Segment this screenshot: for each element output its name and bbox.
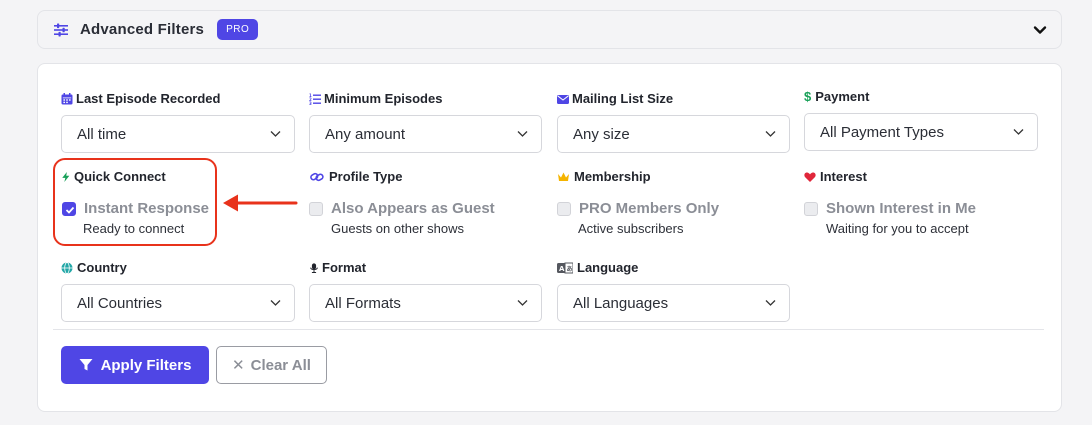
pro-members-subtext: Active subscribers [578, 221, 684, 236]
dollar-icon: $ [804, 88, 812, 104]
language-select[interactable]: All Languages [557, 284, 790, 322]
highlight-box [53, 158, 217, 246]
apply-filters-button[interactable]: Apply Filters [61, 346, 209, 384]
chevron-down-icon [517, 300, 528, 306]
calendar-icon [61, 92, 73, 104]
sliders-icon [54, 23, 68, 36]
filter-icon [79, 359, 93, 371]
chevron-down-icon [1013, 129, 1024, 135]
language-icon: A あ [557, 262, 573, 273]
interest-label: Interest [804, 169, 867, 184]
country-label: Country [61, 260, 127, 275]
heart-icon [804, 172, 816, 182]
arrow-left-icon [223, 194, 298, 212]
envelope-icon [557, 94, 569, 104]
page: Advanced Filters PRO Last Episode Record… [0, 0, 1092, 425]
svg-text:3: 3 [309, 101, 312, 105]
format-label: Format [309, 260, 366, 275]
divider [53, 329, 1044, 330]
svg-text:A: A [559, 265, 565, 273]
profile-type-label: Profile Type [309, 169, 402, 184]
link-icon [310, 172, 324, 181]
chevron-down-icon [765, 300, 776, 306]
country-select[interactable]: All Countries [61, 284, 295, 322]
svg-text:あ: あ [567, 265, 573, 273]
microphone-icon [310, 262, 318, 273]
close-icon: ✕ [232, 357, 245, 374]
min-episodes-label: 1 2 3 Minimum Episodes [309, 91, 443, 106]
also-appears-guest-option[interactable]: Also Appears as Guest [309, 200, 495, 217]
membership-label: Membership [557, 169, 651, 184]
mailing-list-select[interactable]: Any size [557, 115, 790, 153]
chevron-down-icon[interactable] [1033, 23, 1047, 37]
payment-label: $ Payment [804, 88, 870, 104]
chevron-down-icon [270, 300, 281, 306]
pro-members-checkbox[interactable] [557, 201, 571, 216]
last-episode-label: Last Episode Recorded [61, 91, 220, 106]
advanced-filters-header[interactable]: Advanced Filters PRO [37, 10, 1062, 49]
globe-icon [61, 261, 73, 274]
mailing-list-label: Mailing List Size [557, 91, 673, 106]
also-appears-guest-subtext: Guests on other shows [331, 221, 464, 236]
chevron-down-icon [765, 131, 776, 137]
shown-interest-checkbox[interactable] [804, 201, 818, 216]
language-label: A あ Language [557, 260, 639, 275]
shown-interest-option[interactable]: Shown Interest in Me [804, 200, 976, 217]
also-appears-guest-checkbox[interactable] [309, 201, 323, 216]
crown-icon [558, 172, 569, 181]
chevron-down-icon [270, 131, 281, 137]
min-episodes-select[interactable]: Any amount [309, 115, 542, 153]
shown-interest-subtext: Waiting for you to accept [826, 221, 969, 236]
pro-members-option[interactable]: PRO Members Only [557, 200, 719, 217]
last-episode-select[interactable]: All time [61, 115, 295, 153]
advanced-filters-title: Advanced Filters [80, 21, 205, 38]
chevron-down-icon [517, 131, 528, 137]
payment-select[interactable]: All Payment Types [804, 113, 1038, 151]
list-icon: 1 2 3 [309, 93, 321, 105]
format-select[interactable]: All Formats [309, 284, 542, 322]
clear-all-button[interactable]: ✕ Clear All [216, 346, 327, 384]
pro-badge: PRO [217, 19, 259, 40]
